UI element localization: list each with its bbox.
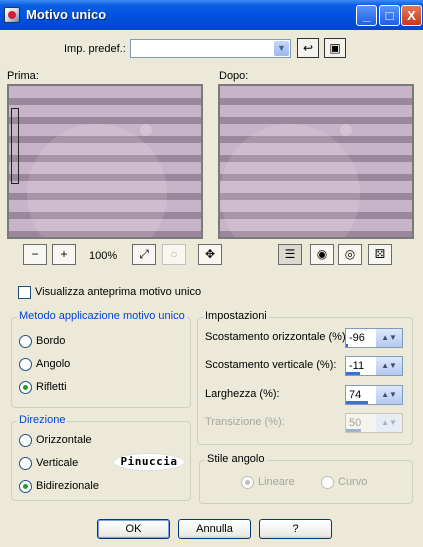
preview-checkbox-label[interactable]: Visualizza anteprima motivo unico xyxy=(35,286,201,298)
pan-button[interactable]: ✥ xyxy=(198,244,222,265)
zoom-disabled-button: ○ xyxy=(162,244,186,265)
radio-bidirezionale[interactable] xyxy=(19,480,32,493)
spin-arrows-icon: ▲▼ xyxy=(376,414,402,432)
vertical-offset-bar[interactable] xyxy=(346,372,360,375)
fit-window-icon: ⤢ xyxy=(139,247,149,261)
horizontal-offset-spinner[interactable]: -96 ▲▼ xyxy=(345,328,403,348)
zoom-level: 100% xyxy=(89,250,118,262)
radio-angolo-label[interactable]: Angolo xyxy=(36,358,70,370)
radio-verticale-label[interactable]: Verticale xyxy=(36,457,78,469)
zoom-in-button[interactable]: + xyxy=(52,244,76,265)
vertical-offset-spinner[interactable]: -11 ▲▼ xyxy=(345,356,403,376)
save-preset-button[interactable]: ▣ xyxy=(324,38,346,58)
ok-button[interactable]: OK xyxy=(97,519,170,539)
zoom-out-button[interactable]: − xyxy=(23,244,47,265)
horizontal-offset-label: Scostamento orizzontale (%): xyxy=(205,331,349,343)
direction-group-title: Direzione xyxy=(17,414,68,426)
width-label: Larghezza (%): xyxy=(205,388,280,400)
preview-checkbox[interactable] xyxy=(18,286,31,299)
after-preview xyxy=(218,84,414,239)
proof-eye-icon: ◉ xyxy=(316,247,328,261)
width-value[interactable]: 74 xyxy=(349,389,361,401)
zoom-disabled-icon: ○ xyxy=(170,247,178,261)
dice-icon: ⚄ xyxy=(374,247,386,261)
randomize-button[interactable]: ⚄ xyxy=(368,244,392,265)
corner-style-group: Stile angolo xyxy=(199,453,413,504)
preset-label: Imp. predef.: xyxy=(64,43,126,55)
preview-disk xyxy=(220,124,360,237)
radio-curvo xyxy=(321,476,334,489)
transition-spinner: 50 ▲▼ xyxy=(345,413,403,433)
radio-lineare-label: Lineare xyxy=(258,476,295,488)
radio-angolo[interactable] xyxy=(19,358,32,371)
radio-rifletti-label[interactable]: Rifletti xyxy=(36,381,67,393)
close-button[interactable]: X xyxy=(401,5,422,26)
list-button[interactable]: ☰ xyxy=(278,244,302,265)
radio-verticale[interactable] xyxy=(19,457,32,470)
preset-dropdown[interactable]: ▼ xyxy=(130,39,291,58)
preview-dot xyxy=(140,124,152,136)
auto-proof-button[interactable]: ◎ xyxy=(338,244,362,265)
window-title: Motivo unico xyxy=(26,7,107,22)
width-spinner[interactable]: 74 ▲▼ xyxy=(345,385,403,405)
radio-orizzontale[interactable] xyxy=(19,434,32,447)
list-icon: ☰ xyxy=(284,247,296,261)
horizontal-offset-value[interactable]: -96 xyxy=(349,332,365,344)
maximize-button[interactable]: □ xyxy=(379,5,400,26)
spin-arrows-icon[interactable]: ▲▼ xyxy=(376,386,402,404)
reset-preset-button[interactable]: ↩ xyxy=(297,38,319,58)
preview-disk xyxy=(27,124,167,237)
radio-bidirezionale-label[interactable]: Bidirezionale xyxy=(36,480,99,492)
move-cross-icon: ✥ xyxy=(204,247,216,261)
zoom-in-icon: + xyxy=(60,247,68,261)
horizontal-offset-bar[interactable] xyxy=(346,344,348,347)
radio-rifletti[interactable] xyxy=(19,381,32,394)
method-group-title: Metodo applicazione motivo unico xyxy=(17,310,187,322)
zoom-out-icon: − xyxy=(31,247,39,261)
corner-style-title: Stile angolo xyxy=(205,453,267,465)
vertical-offset-value[interactable]: -11 xyxy=(349,360,364,372)
proof-button[interactable]: ◉ xyxy=(310,244,334,265)
reset-arrow-icon: ↩ xyxy=(302,41,314,55)
cancel-button[interactable]: Annulla xyxy=(178,519,251,539)
preview-dot xyxy=(340,124,352,136)
app-icon xyxy=(4,7,20,23)
spin-arrows-icon[interactable]: ▲▼ xyxy=(376,357,402,375)
watermark-logo: Pinuccia xyxy=(113,453,185,471)
title-bar[interactable]: Motivo unico _ □ X xyxy=(0,0,423,30)
chevron-down-icon[interactable]: ▼ xyxy=(274,41,289,56)
radio-lineare xyxy=(241,476,254,489)
after-label: Dopo: xyxy=(219,70,249,82)
transition-value: 50 xyxy=(349,417,362,429)
radio-orizzontale-label[interactable]: Orizzontale xyxy=(36,434,92,446)
transition-bar xyxy=(346,429,361,432)
floppy-disk-icon: ▣ xyxy=(329,41,341,55)
width-bar[interactable] xyxy=(346,401,368,404)
minimize-button[interactable]: _ xyxy=(356,5,377,26)
auto-proof-eye-icon: ◎ xyxy=(344,247,356,261)
radio-curvo-label: Curvo xyxy=(338,476,368,488)
spin-arrows-icon[interactable]: ▲▼ xyxy=(376,329,402,347)
radio-bordo[interactable] xyxy=(19,335,32,348)
before-preview[interactable] xyxy=(7,84,203,239)
fit-window-button[interactable]: ⤢ xyxy=(132,244,156,265)
before-label: Prima: xyxy=(7,70,39,82)
vertical-offset-label: Scostamento verticale (%): xyxy=(205,359,337,371)
selection-marker[interactable] xyxy=(11,108,19,184)
settings-group-title: Impostazioni xyxy=(203,310,269,322)
help-button[interactable]: ? xyxy=(259,519,332,539)
radio-bordo-label[interactable]: Bordo xyxy=(36,335,65,347)
transition-label: Transizione (%): xyxy=(205,416,285,428)
